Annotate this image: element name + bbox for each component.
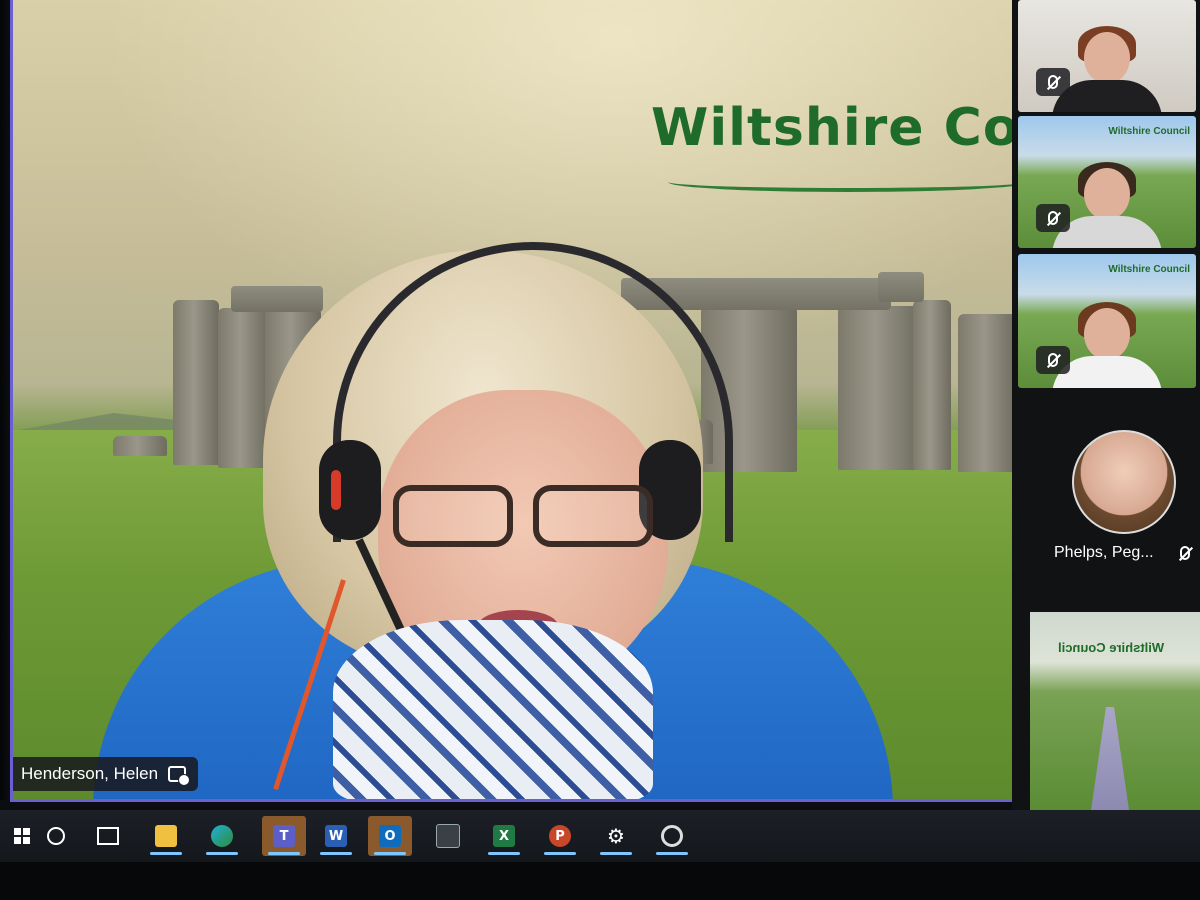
windows-logo-icon bbox=[14, 828, 30, 844]
tile-logo: Wiltshire Council bbox=[1108, 126, 1190, 137]
tile-logo: Wiltshire Council bbox=[1058, 640, 1165, 655]
background-logo-text: Wiltshire Cou bbox=[651, 98, 1022, 158]
taskbar-settings[interactable]: ⚙ bbox=[594, 816, 638, 856]
mic-muted-icon bbox=[1036, 68, 1070, 96]
speaker-name-tag: Henderson, Helen bbox=[13, 757, 199, 791]
folder-icon bbox=[155, 825, 177, 847]
search-icon bbox=[47, 827, 65, 845]
participant-name: Phelps, Peg... bbox=[1054, 544, 1154, 561]
taskbar-word[interactable]: W bbox=[314, 816, 358, 856]
participant-tile[interactable]: Wiltshire Council bbox=[1018, 254, 1196, 388]
outlook-icon: O bbox=[379, 825, 401, 847]
active-speaker-video[interactable]: Wiltshire Cou Henderson, Helen bbox=[10, 0, 1022, 802]
participant-gallery: Wiltshire Council Wiltshire Council Phel… bbox=[1012, 0, 1200, 815]
task-view-icon bbox=[97, 827, 119, 845]
monitor-bottom-bezel bbox=[0, 862, 1200, 900]
speaker bbox=[93, 240, 893, 799]
participant-tile[interactable] bbox=[1018, 0, 1196, 112]
stone bbox=[913, 300, 951, 470]
taskbar-powerpoint[interactable]: P bbox=[538, 816, 582, 856]
windows-taskbar: T W O X P ⚙ bbox=[0, 810, 1200, 862]
taskbar-excel[interactable]: X bbox=[482, 816, 526, 856]
taskbar-outlook[interactable]: O bbox=[368, 816, 412, 856]
speaker-glasses bbox=[393, 485, 663, 555]
background-path bbox=[1090, 707, 1130, 815]
headset-earcup-left bbox=[319, 440, 381, 540]
pin-icon[interactable] bbox=[168, 766, 191, 786]
participant-avatar[interactable] bbox=[1072, 430, 1176, 534]
taskbar-file-explorer[interactable] bbox=[144, 816, 188, 856]
teams-icon: T bbox=[273, 825, 295, 847]
gear-icon: ⚙ bbox=[607, 824, 625, 848]
app-icon bbox=[661, 825, 683, 847]
taskbar-edge[interactable] bbox=[200, 816, 244, 856]
word-icon: W bbox=[325, 825, 347, 847]
speaker-scarf bbox=[333, 620, 653, 799]
taskbar-calculator[interactable] bbox=[426, 816, 470, 856]
background-logo-swoosh bbox=[668, 172, 1019, 192]
taskbar-app[interactable] bbox=[650, 816, 694, 856]
excel-icon: X bbox=[493, 825, 515, 847]
mic-muted-icon bbox=[1180, 546, 1190, 560]
powerpoint-icon: P bbox=[549, 825, 571, 847]
participant-tile[interactable]: Wiltshire Council bbox=[1018, 116, 1196, 248]
task-view-button[interactable] bbox=[86, 816, 130, 856]
edge-icon bbox=[211, 825, 233, 847]
calculator-icon bbox=[436, 824, 460, 848]
speaker-name: Henderson, Helen bbox=[21, 764, 159, 783]
mic-muted-icon bbox=[1036, 204, 1070, 232]
participant-tile[interactable]: Wiltshire Council bbox=[1030, 612, 1200, 815]
search-button[interactable] bbox=[34, 816, 78, 856]
taskbar-teams[interactable]: T bbox=[262, 816, 306, 856]
mic-muted-icon bbox=[1036, 346, 1070, 374]
stone bbox=[958, 314, 1016, 472]
tile-logo: Wiltshire Council bbox=[1108, 264, 1190, 275]
